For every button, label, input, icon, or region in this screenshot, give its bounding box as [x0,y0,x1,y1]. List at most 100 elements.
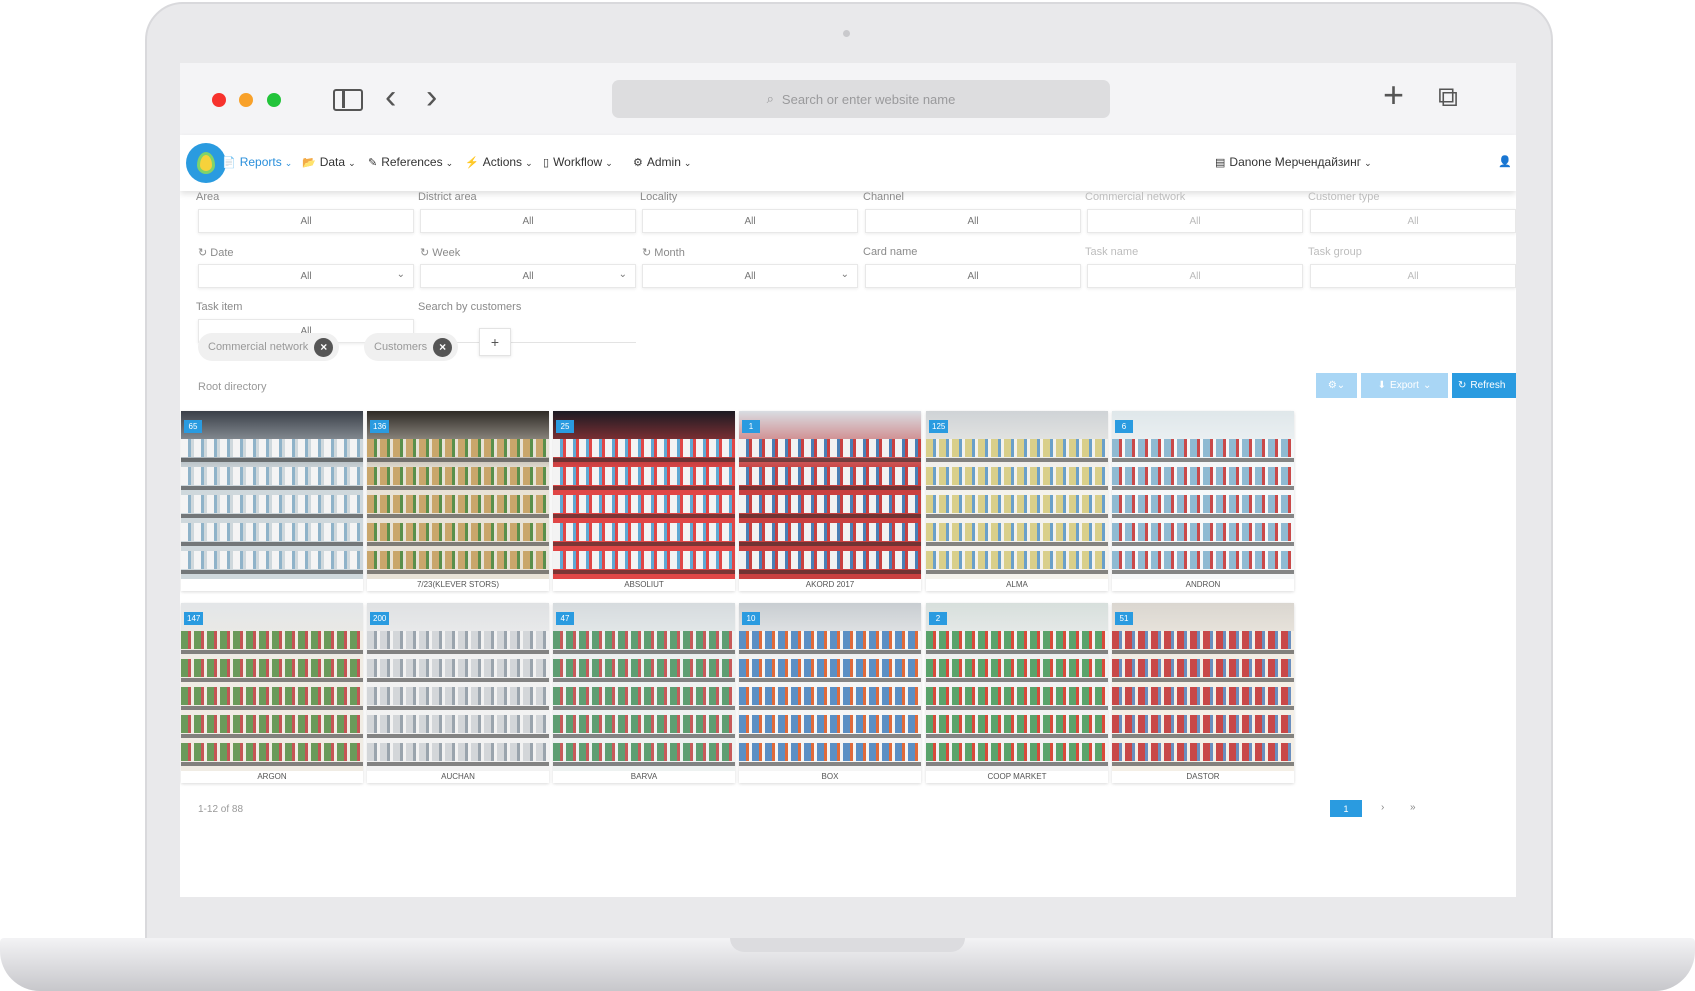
photo-card[interactable]: 136 7/23(KLEVER STORS) [367,411,549,591]
nav-actions-label: Actions [482,155,523,169]
next-page-button[interactable]: › [1381,802,1384,813]
photo-card[interactable]: 47 BARVA [553,603,735,783]
photo-count-badge: 65 [184,420,202,433]
tab-overview-icon[interactable]: ⧉ [1438,83,1458,111]
product-row [1112,715,1294,733]
store-shelf-photo[interactable] [1112,411,1294,579]
export-button[interactable]: ⬇ Export ⌄ [1361,373,1448,398]
export-label: Export [1390,380,1419,391]
filter-locality-select[interactable]: All [642,209,858,233]
maximize-window-button[interactable] [267,93,281,107]
result-count: 1-12 of 88 [198,804,244,815]
shelf-line [1112,762,1294,766]
nav-admin[interactable]: ⚙ Admin ⌄ [633,155,691,169]
account-selector[interactable]: ▤ Danone Мерчендайзинг ⌄ [1215,155,1372,169]
product-row [926,439,1108,457]
shelf-line [553,650,735,654]
filter-date-select[interactable]: All ⌄ [198,264,414,288]
product-row [1112,439,1294,457]
filter-task-group-select[interactable]: All [1310,264,1516,288]
shelf-line [739,570,921,574]
minimize-window-button[interactable] [239,93,253,107]
store-shelf-photo[interactable] [926,603,1108,771]
last-page-button[interactable]: » [1410,802,1416,813]
refresh-button[interactable]: ↻ Refresh [1452,373,1516,398]
store-shelf-photo[interactable] [181,603,363,771]
store-shelf-photo[interactable] [739,603,921,771]
address-bar[interactable]: ⌕ Search or enter website name [612,80,1110,118]
product-row [739,495,921,513]
store-shelf-photo[interactable] [926,411,1108,579]
photo-card[interactable]: 147 ARGON [181,603,363,783]
photo-card[interactable]: 10 BOX [739,603,921,783]
close-icon[interactable]: × [433,337,453,357]
shelf-line [181,570,363,574]
photo-card[interactable]: 200 AUCHAN [367,603,549,783]
store-shelf-photo[interactable] [553,411,735,579]
store-name: DASTOR [1186,772,1220,781]
filter-area-select[interactable]: All [198,209,414,233]
product-row [181,715,363,733]
add-filter-button[interactable]: + [479,328,511,356]
shelf-line [1112,570,1294,574]
folder-icon: 📂 [302,157,316,169]
filter-district-area-select[interactable]: All [420,209,636,233]
store-shelf-photo[interactable] [739,411,921,579]
product-row [367,523,549,541]
photo-count-badge: 147 [184,612,204,625]
photo-card[interactable]: 65 [181,411,363,591]
store-name: ABSOLIUT [624,580,664,589]
nav-reports[interactable]: 📄 Reports ⌄ [222,155,292,169]
filter-month-select[interactable]: All ⌄ [642,264,858,288]
store-name: ALMA [1006,580,1028,589]
close-icon[interactable]: × [314,337,334,357]
app-logo[interactable] [186,143,226,183]
filter-week-select[interactable]: All ⌄ [420,264,636,288]
breadcrumb[interactable]: Root directory [198,381,266,393]
user-icon[interactable]: 👤 [1498,155,1512,168]
filter-commercial-network-select[interactable]: All [1087,209,1303,233]
photo-card[interactable]: 125 ALMA [926,411,1108,591]
store-shelf-photo[interactable] [1112,603,1294,771]
page-1-button[interactable]: 1 [1330,800,1362,817]
shelf-line [1112,486,1294,490]
photo-card[interactable]: 51 DASTOR [1112,603,1294,783]
chevron-down-icon: ⌄ [445,158,454,168]
back-icon[interactable]: ‹ [385,80,396,114]
product-row [926,551,1108,569]
store-shelf-photo[interactable] [553,603,735,771]
filter-channel-select[interactable]: All [865,209,1081,233]
sidebar-toggle-icon[interactable] [333,89,363,111]
store-shelf-photo[interactable] [181,411,363,579]
photo-card[interactable]: 2 COOP MARKET [926,603,1108,783]
product-row [926,687,1108,705]
nav-actions[interactable]: ⚡ Actions ⌄ [465,155,533,169]
nav-references[interactable]: ✎ References ⌄ [368,155,453,169]
filter-label-locality: Locality [640,191,678,203]
nav-workflow[interactable]: ▯ Workflow ⌄ [543,155,613,169]
filter-customer-type-select[interactable]: All [1310,209,1516,233]
product-row [1112,743,1294,761]
forward-icon[interactable]: › [426,80,437,114]
photo-card[interactable]: 6 ANDRON [1112,411,1294,591]
store-shelf-photo[interactable] [367,411,549,579]
photo-card[interactable]: 25 ABSOLIUT [553,411,735,591]
store-name: AKORD 2017 [805,580,855,589]
product-row [926,467,1108,485]
shelf-line [926,486,1108,490]
photo-card[interactable]: 1 AKORD 2017 [739,411,921,591]
product-row [739,467,921,485]
filter-label-card-name: Card name [863,246,918,258]
shelf-line [926,706,1108,710]
filter-task-name-select[interactable]: All [1087,264,1303,288]
close-window-button[interactable] [212,93,226,107]
settings-button[interactable]: ⚙⌄ [1316,373,1357,398]
refresh-icon: ↻ [198,247,208,259]
chip-commercial-network[interactable]: Commercial network × [198,333,340,361]
new-tab-icon[interactable]: + [1383,77,1404,113]
filter-card-name-select[interactable]: All [865,264,1081,288]
product-row [1112,687,1294,705]
store-shelf-photo[interactable] [367,603,549,771]
nav-data[interactable]: 📂 Data ⌄ [302,155,356,169]
chip-customers[interactable]: Customers × [364,333,459,361]
